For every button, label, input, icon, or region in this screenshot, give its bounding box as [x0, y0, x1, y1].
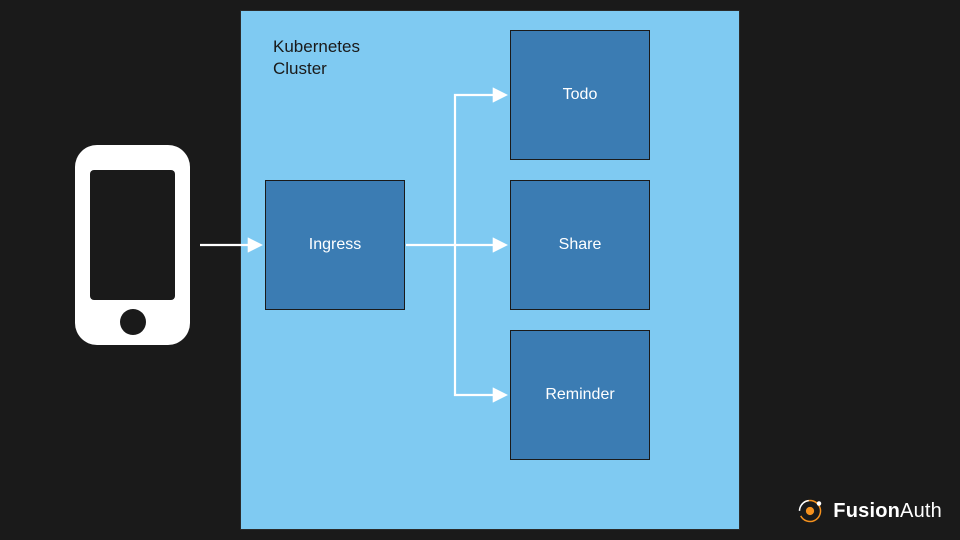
reminder-box: Reminder [510, 330, 650, 460]
share-box: Share [510, 180, 650, 310]
phone-home-button [120, 309, 146, 335]
reminder-label: Reminder [545, 386, 614, 404]
ingress-box: Ingress [265, 180, 405, 310]
phone-icon [75, 145, 190, 345]
cluster-title: Kubernetes Cluster [273, 36, 360, 80]
logo-bold: Fusion [833, 500, 900, 522]
ingress-label: Ingress [309, 236, 361, 254]
fusionauth-wordmark: FusionAuth [833, 500, 942, 523]
fusionauth-logo: FusionAuth [795, 496, 942, 526]
todo-label: Todo [563, 86, 598, 104]
share-label: Share [559, 236, 602, 254]
phone-screen [90, 170, 175, 300]
diagram-stage: Kubernetes Cluster Ingress Todo Share Re… [0, 0, 960, 540]
fusionauth-mark-icon [795, 496, 825, 526]
logo-rest: Auth [900, 500, 942, 522]
todo-box: Todo [510, 30, 650, 160]
